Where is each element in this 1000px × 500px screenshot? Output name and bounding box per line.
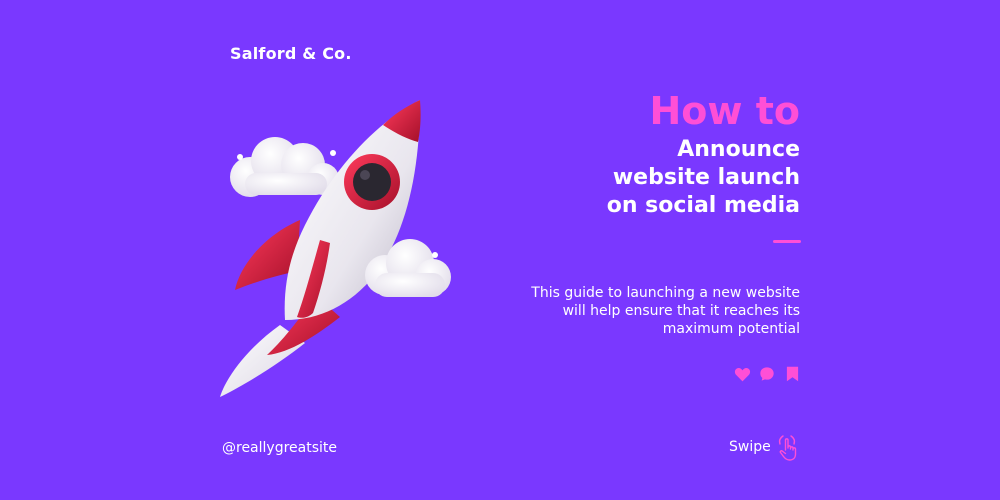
hand-swipe-icon (778, 435, 796, 461)
heart-icon (734, 367, 750, 381)
headline-line: website launch (612, 165, 800, 190)
like-button[interactable] (733, 365, 751, 383)
bookmark-icon (786, 366, 798, 382)
comment-button[interactable] (758, 365, 776, 383)
swipe-button[interactable]: Swipe (729, 430, 801, 464)
rocket-illustration (205, 95, 465, 405)
rocket-window (353, 163, 391, 201)
social-handle[interactable]: @reallygreatsite (222, 440, 337, 456)
description-line: will help ensure that it reaches its (562, 303, 800, 319)
bookmark-button[interactable] (783, 365, 801, 383)
accent-divider (773, 240, 801, 243)
headline-line: on social media (606, 193, 800, 218)
cloud-upper (230, 137, 339, 197)
headline-line: Announce (677, 137, 800, 162)
swipe-label: Swipe (729, 439, 771, 455)
comment-icon (760, 367, 774, 381)
social-post-card: Salford & Co. How to Announce website la… (0, 0, 1000, 500)
description-line: maximum potential (662, 321, 800, 337)
description: This guide to launching a new website wi… (500, 284, 800, 338)
headline-title: Announce website launch on social media (607, 136, 800, 220)
brand-name: Salford & Co. (230, 44, 352, 63)
headline-lead: How to (649, 89, 800, 133)
rocket-icon (220, 100, 451, 397)
description-line: This guide to launching a new website (531, 285, 800, 301)
post-actions (733, 364, 801, 384)
